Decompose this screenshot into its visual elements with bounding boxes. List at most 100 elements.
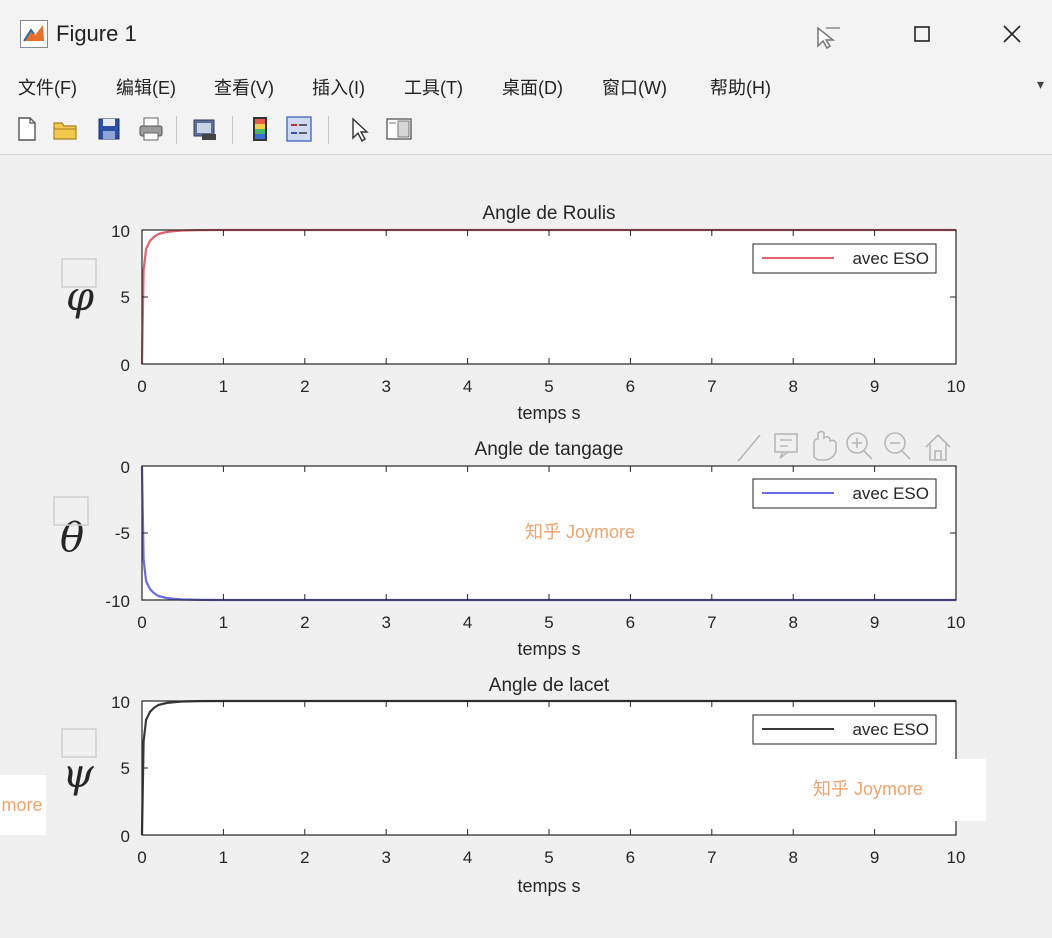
menu-file[interactable]: 文件(F) bbox=[18, 74, 77, 100]
x-tick-label: 9 bbox=[870, 848, 879, 867]
menu-tools[interactable]: 工具(T) bbox=[404, 74, 463, 100]
menu-overflow-icon[interactable]: ▾ bbox=[1037, 76, 1044, 93]
axes-toolbar bbox=[737, 430, 951, 462]
x-tick-label: 9 bbox=[870, 377, 879, 396]
x-tick-label: 10 bbox=[947, 377, 966, 396]
x-tick-label: 10 bbox=[947, 848, 966, 867]
legend: avec ESO bbox=[752, 243, 937, 274]
x-tick-labels: 0 1 2 3 4 5 6 7 8 9 10 bbox=[137, 848, 965, 867]
x-tick-label: 3 bbox=[381, 613, 390, 632]
x-tick-label: 6 bbox=[626, 613, 635, 632]
brush-icon[interactable] bbox=[737, 434, 761, 462]
watermark-text: 知乎 Joymore bbox=[525, 522, 635, 542]
cursor-icon bbox=[806, 14, 850, 54]
y-tick-label: 5 bbox=[121, 288, 130, 307]
zoom-out-icon[interactable] bbox=[884, 432, 911, 460]
x-tick-label: 3 bbox=[381, 377, 390, 396]
menu-edit[interactable]: 编辑(E) bbox=[116, 74, 176, 100]
x-tick-label: 7 bbox=[707, 848, 716, 867]
x-tick-label: 0 bbox=[137, 848, 146, 867]
toolbar-separator bbox=[176, 116, 177, 144]
legend-entry: avec ESO bbox=[852, 249, 929, 268]
toolbar-separator bbox=[328, 116, 329, 144]
close-icon[interactable] bbox=[990, 14, 1034, 54]
pan-icon[interactable] bbox=[813, 430, 837, 461]
watermark-text: 知乎 Joymore bbox=[813, 779, 923, 799]
x-axis-label: temps s bbox=[517, 876, 580, 896]
maximize-icon[interactable] bbox=[900, 14, 944, 54]
y-axis-label: ψ bbox=[62, 751, 94, 797]
figure-plots: Angle de Roulis 10 5 0 0 1 2 3 4 5 6 7 8… bbox=[0, 203, 986, 896]
x-tick-label: 4 bbox=[463, 377, 472, 396]
x-axis-label: temps s bbox=[517, 639, 580, 659]
y-tick-label: 0 bbox=[121, 458, 130, 477]
menu-help[interactable]: 帮助(H) bbox=[710, 74, 771, 100]
menu-window[interactable]: 窗口(W) bbox=[602, 74, 667, 100]
y-tick-label: 0 bbox=[121, 356, 130, 375]
print-icon[interactable] bbox=[136, 114, 166, 144]
y-tick-label: -5 bbox=[115, 524, 130, 543]
watermark-text: more bbox=[1, 795, 42, 815]
chart-title: Angle de tangage bbox=[475, 439, 624, 460]
x-tick-label: 2 bbox=[300, 848, 309, 867]
x-tick-label: 4 bbox=[463, 848, 472, 867]
select-arrow-icon[interactable] bbox=[344, 114, 374, 144]
x-tick-label: 0 bbox=[137, 377, 146, 396]
home-icon[interactable] bbox=[925, 433, 951, 461]
chart-title: Angle de lacet bbox=[489, 675, 610, 696]
x-tick-label: 6 bbox=[626, 848, 635, 867]
save-icon[interactable] bbox=[94, 114, 124, 144]
x-tick-label: 2 bbox=[300, 377, 309, 396]
x-tick-label: 1 bbox=[219, 377, 228, 396]
figure-toolbar bbox=[0, 104, 1052, 155]
new-figure-icon[interactable] bbox=[12, 114, 42, 144]
legend: avec ESO bbox=[752, 478, 937, 509]
data-tip-icon[interactable] bbox=[774, 433, 798, 459]
subplot-tangage: Angle de tangage 0 -5 -10 0 1 2 3 4 5 6 … bbox=[53, 430, 965, 659]
y-axis-label: θ bbox=[60, 515, 84, 561]
legend-icon[interactable] bbox=[284, 114, 314, 144]
y-tick-label: 5 bbox=[121, 759, 130, 778]
figure-canvas: Angle de Roulis 10 5 0 0 1 2 3 4 5 6 7 8… bbox=[0, 155, 1052, 938]
x-tick-label: 10 bbox=[947, 613, 966, 632]
x-tick-labels: 0 1 2 3 4 5 6 7 8 9 10 bbox=[137, 613, 965, 632]
property-editor-icon[interactable] bbox=[384, 114, 414, 144]
x-tick-label: 5 bbox=[544, 613, 553, 632]
colorbar-icon[interactable] bbox=[246, 114, 276, 144]
x-tick-label: 1 bbox=[219, 613, 228, 632]
x-tick-label: 3 bbox=[381, 848, 390, 867]
open-file-icon[interactable] bbox=[50, 114, 80, 144]
subplot-roulis: Angle de Roulis 10 5 0 0 1 2 3 4 5 6 7 8… bbox=[61, 203, 965, 423]
x-tick-label: 5 bbox=[544, 377, 553, 396]
x-tick-label: 7 bbox=[707, 613, 716, 632]
x-tick-label: 9 bbox=[870, 613, 879, 632]
menu-bar: 文件(F) 编辑(E) 查看(V) 插入(I) 工具(T) 桌面(D) 窗口(W… bbox=[0, 66, 1052, 104]
x-tick-label: 7 bbox=[707, 377, 716, 396]
legend-entry: avec ESO bbox=[852, 720, 929, 739]
legend-entry: avec ESO bbox=[852, 484, 929, 503]
y-tick-label: 10 bbox=[111, 693, 130, 712]
x-tick-labels: 0 1 2 3 4 5 6 7 8 9 10 bbox=[137, 377, 965, 396]
subplot-lacet: Angle de lacet 10 5 0 0 1 2 3 4 5 6 7 8 … bbox=[61, 675, 986, 896]
y-tick-label: 10 bbox=[111, 222, 130, 241]
window-title: Figure 1 bbox=[56, 21, 137, 46]
x-tick-label: 5 bbox=[544, 848, 553, 867]
x-tick-label: 0 bbox=[137, 613, 146, 632]
x-tick-label: 2 bbox=[300, 613, 309, 632]
x-tick-label: 6 bbox=[626, 377, 635, 396]
zoom-in-icon[interactable] bbox=[846, 432, 873, 460]
x-axis-label: temps s bbox=[517, 403, 580, 423]
window-titlebar: Figure 1 bbox=[0, 0, 1052, 67]
legend: avec ESO bbox=[752, 714, 937, 745]
matlab-figure-icon bbox=[20, 20, 48, 48]
menu-view[interactable]: 查看(V) bbox=[214, 74, 274, 100]
chart-title: Angle de Roulis bbox=[482, 203, 615, 224]
menu-insert[interactable]: 插入(I) bbox=[312, 74, 365, 100]
x-tick-label: 8 bbox=[788, 848, 797, 867]
x-tick-label: 8 bbox=[788, 377, 797, 396]
x-tick-label: 8 bbox=[788, 613, 797, 632]
y-tick-label: 0 bbox=[121, 827, 130, 846]
y-tick-label: -10 bbox=[105, 592, 130, 611]
link-plot-icon[interactable] bbox=[190, 114, 220, 144]
menu-desktop[interactable]: 桌面(D) bbox=[502, 74, 563, 100]
